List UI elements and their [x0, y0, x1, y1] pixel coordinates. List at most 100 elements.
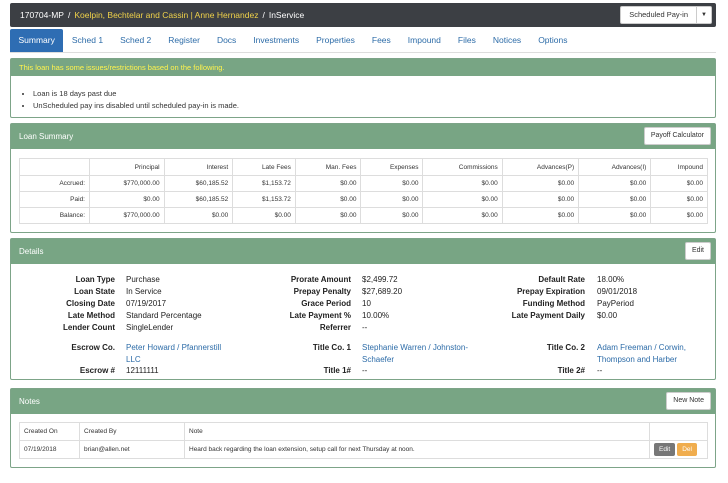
tab-summary[interactable]: Summary	[10, 29, 64, 52]
tab-docs[interactable]: Docs	[208, 29, 244, 52]
prepay-expiration-value: 09/01/2018	[597, 287, 638, 296]
referrer-label: Referrer	[319, 323, 351, 332]
tab-fees[interactable]: Fees	[363, 29, 399, 52]
table-cell: $0.00	[422, 175, 503, 192]
alert-item: UnScheduled pay ins disabled until sched…	[33, 100, 715, 112]
note-delete-button[interactable]: Del	[677, 443, 697, 456]
prepay-penalty-label: Prepay Penalty	[293, 287, 351, 296]
prorate-amount-value: $2,499.72	[362, 275, 398, 284]
table-cell: $0.00	[360, 207, 424, 224]
alert-list: Loan is 18 days past due UnScheduled pay…	[11, 76, 715, 112]
closing-date-label: Closing Date	[66, 299, 115, 308]
col-actions	[649, 422, 708, 441]
lender-link[interactable]: Koelpin, Bechtelar and Cassin | Anne Her…	[74, 10, 258, 20]
col-impound: Impound	[650, 158, 708, 176]
loan-type-value: Purchase	[126, 275, 160, 284]
table-cell: $1,153.72	[232, 175, 296, 192]
default-rate-value: 18.00%	[597, 275, 625, 284]
escrow-co-link[interactable]: Peter Howard / Pfannerstill	[126, 342, 221, 354]
funding-method-value: PayPeriod	[597, 299, 634, 308]
note-created-on: 07/19/2018	[19, 440, 80, 459]
alert-panel: This loan has some issues/restrictions b…	[10, 58, 716, 118]
table-row-accrued: Accrued: $770,000.00 $60,185.52 $1,153.7…	[19, 175, 708, 192]
late-payment-daily-value: $0.00	[597, 311, 618, 320]
prepay-penalty-value: $27,689.20	[362, 287, 403, 296]
loan-id: 170704-MP	[20, 10, 64, 20]
tab-options[interactable]: Options	[530, 29, 576, 52]
scheduled-payin-label[interactable]: Scheduled Pay-in	[621, 7, 697, 23]
escrow-no-value: 12111111	[126, 366, 159, 375]
table-cell: $60,185.52	[163, 175, 234, 192]
notes-table: Created On Created By Note 07/19/2018 br…	[19, 422, 708, 459]
table-cell: $0.00	[294, 191, 362, 208]
title-no1-value: --	[362, 366, 368, 375]
table-cell: $0.00	[89, 191, 165, 208]
title-no2-value: --	[597, 366, 603, 375]
tab-sched-2[interactable]: Sched 2	[112, 29, 160, 52]
col-commissions: Commissions	[422, 158, 503, 176]
tab-properties[interactable]: Properties	[308, 29, 364, 52]
title-no1-label: Title 1#	[323, 366, 351, 375]
late-payment-daily-label: Late Payment Daily	[511, 311, 585, 320]
payoff-calculator-button[interactable]: Payoff Calculator	[643, 127, 711, 145]
table-cell: $0.00	[294, 175, 362, 192]
new-note-button[interactable]: New Note	[666, 392, 711, 410]
col-advances-p: Advances(P)	[501, 158, 580, 176]
lender-count-label: Lender Count	[63, 323, 115, 332]
notes-title: Notes	[19, 397, 40, 406]
title-no2-label: Title 2#	[557, 366, 585, 375]
prorate-amount-label: Prorate Amount	[290, 275, 351, 284]
tab-bar: Summary Sched 1 Sched 2 Register Docs In…	[10, 29, 716, 53]
table-cell: $0.00	[422, 191, 503, 208]
title-co2-label: Title Co. 2	[546, 343, 585, 352]
escrow-no-label: Escrow #	[79, 366, 115, 375]
details-title: Details	[19, 247, 44, 256]
title-co2-link-line2[interactable]: Thompson and Harber	[597, 354, 677, 366]
details-edit-button[interactable]: Edit	[684, 242, 711, 260]
grace-period-value: 10	[362, 299, 371, 308]
table-cell: $0.00	[650, 207, 708, 224]
closing-date-value: 07/19/2017	[126, 299, 167, 308]
default-rate-label: Default Rate	[538, 275, 585, 284]
late-payment-pct-label: Late Payment %	[289, 311, 351, 320]
table-cell: $0.00	[501, 175, 580, 192]
table-header-row: Created On Created By Note	[19, 422, 708, 441]
tab-impound[interactable]: Impound	[399, 29, 449, 52]
note-created-by: brian@allen.net	[79, 440, 185, 459]
late-payment-pct-value: 10.00%	[362, 311, 390, 320]
alert-item: Loan is 18 days past due	[33, 88, 715, 100]
alert-title: This loan has some issues/restrictions b…	[11, 59, 715, 76]
loan-state-label: Loan State	[74, 287, 115, 296]
chevron-down-icon[interactable]: ▼	[697, 12, 711, 18]
col-advances-i: Advances(I)	[578, 158, 652, 176]
tab-register[interactable]: Register	[160, 29, 209, 52]
tab-notices[interactable]: Notices	[484, 29, 529, 52]
col-created-by: Created By	[79, 422, 185, 441]
table-cell: $0.00	[360, 175, 424, 192]
tab-investments[interactable]: Investments	[245, 29, 308, 52]
col-expenses: Expenses	[360, 158, 424, 176]
table-row-paid: Paid: $0.00 $60,185.52 $1,153.72 $0.00 $…	[19, 191, 708, 208]
row-label: Paid:	[19, 191, 90, 208]
table-cell: $0.00	[422, 207, 503, 224]
scheduled-payin-button[interactable]: Scheduled Pay-in ▼	[620, 6, 712, 24]
note-actions: Edit Del	[649, 440, 708, 459]
title-co1-label: Title Co. 1	[312, 343, 351, 352]
notes-header: Notes New Note	[11, 389, 715, 414]
details-panel: Details Edit Loan Type Purchase Loan Sta…	[10, 238, 716, 380]
table-header-cell	[19, 158, 90, 176]
col-man-fees: Man. Fees	[294, 158, 362, 176]
loan-summary-title: Loan Summary	[19, 132, 74, 141]
tab-files[interactable]: Files	[449, 29, 484, 52]
table-cell: $0.00	[578, 175, 652, 192]
row-label: Balance:	[19, 207, 90, 224]
col-interest: Interest	[163, 158, 234, 176]
table-cell: $0.00	[650, 191, 708, 208]
table-cell: $0.00	[501, 191, 580, 208]
tab-sched-1[interactable]: Sched 1	[63, 29, 111, 52]
details-header: Details Edit	[11, 239, 715, 264]
note-edit-button[interactable]: Edit	[654, 443, 676, 456]
title-co2-link[interactable]: Adam Freeman / Corwin,	[597, 342, 686, 354]
table-cell: $0.00	[650, 175, 708, 192]
table-cell: $1,153.72	[232, 191, 296, 208]
